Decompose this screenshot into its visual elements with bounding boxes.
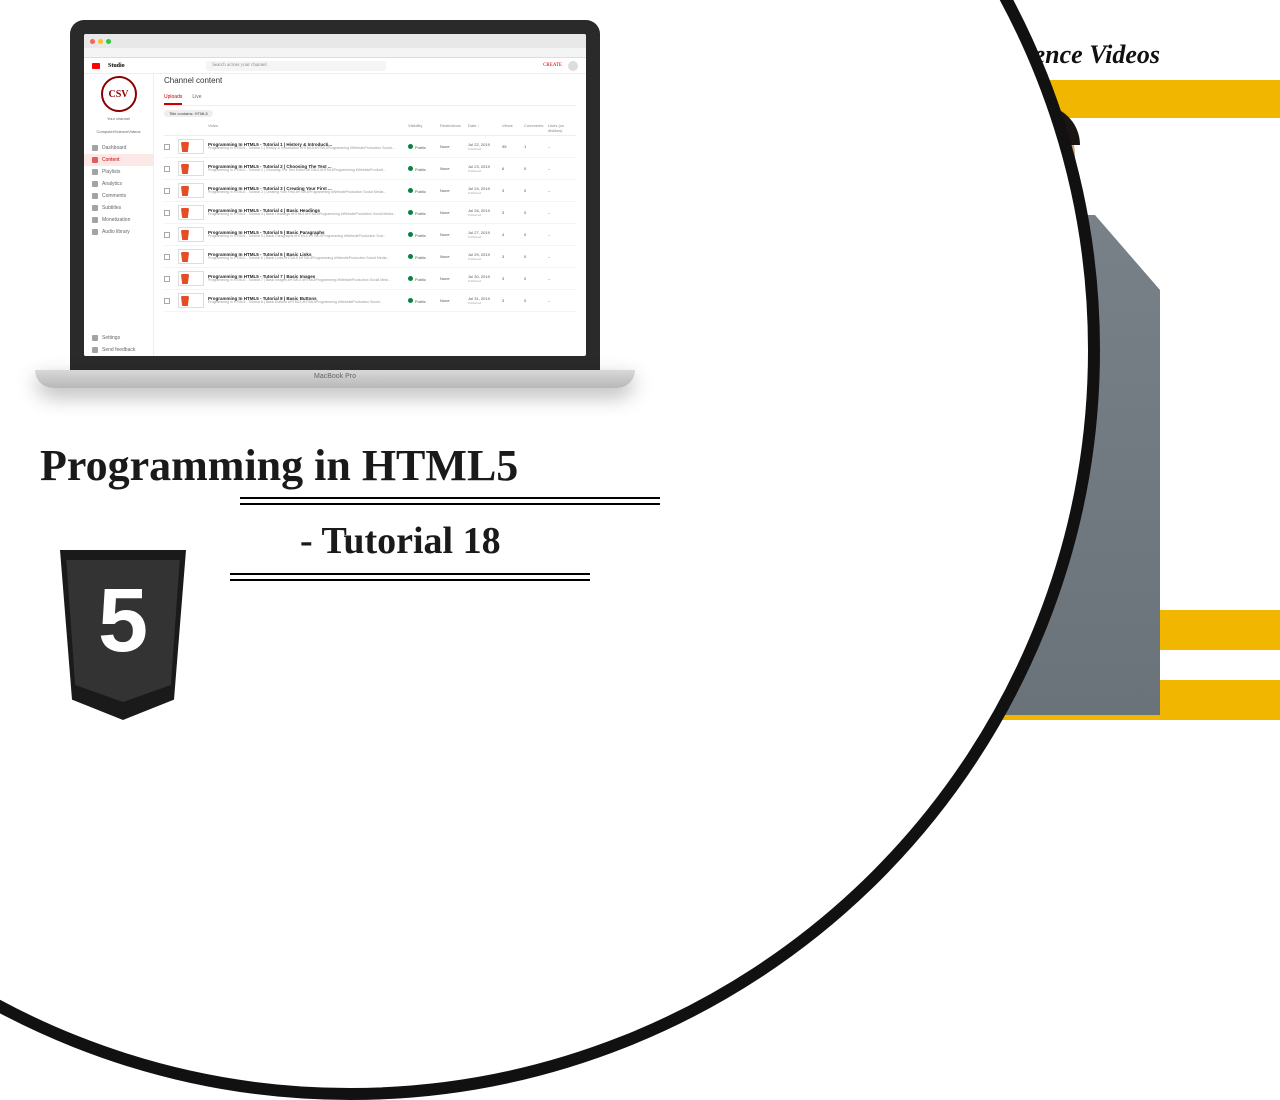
underline-1 (240, 497, 660, 505)
video-thumbnail[interactable] (178, 183, 204, 198)
sidebar-item-send-feedback[interactable]: Send feedback (84, 344, 153, 356)
sidebar-item-settings[interactable]: Settings (84, 332, 153, 344)
sidebar-item-content[interactable]: Content (84, 154, 153, 166)
video-thumbnail[interactable] (178, 293, 204, 308)
your-channel-label: Your channel (107, 116, 130, 121)
underline-2 (230, 573, 590, 581)
channel-name: ComputerScienceVideos (97, 129, 141, 134)
avatar[interactable] (568, 61, 578, 71)
tab-uploads[interactable]: Uploads (164, 91, 182, 105)
nav-icon (92, 145, 98, 151)
row-checkbox[interactable] (164, 276, 170, 282)
nav-icon (92, 335, 98, 341)
video-thumbnail[interactable] (178, 249, 204, 264)
sidebar-item-audio-library[interactable]: Audio library (84, 226, 153, 238)
video-thumbnail[interactable] (178, 161, 204, 176)
page-title: Channel content (164, 76, 576, 85)
row-checkbox[interactable] (164, 188, 170, 194)
table-head: VideoVisibilityRestrictionsDate ↓ViewsCo… (164, 121, 576, 136)
table-row[interactable]: Programming In HTML5 - Tutorial 7 | Basi… (164, 268, 576, 290)
sidebar-item-dashboard[interactable]: Dashboard (84, 142, 153, 154)
nav-icon (92, 181, 98, 187)
tabs: Uploads Live (164, 91, 576, 106)
video-thumbnail[interactable] (178, 139, 204, 154)
main-panel: Channel content Uploads Live Title conta… (154, 58, 586, 356)
row-checkbox[interactable] (164, 232, 170, 238)
row-checkbox[interactable] (164, 254, 170, 260)
nav-icon (92, 169, 98, 175)
laptop-label: MacBook Pro (35, 370, 635, 380)
video-thumbnail[interactable] (178, 205, 204, 220)
table-row[interactable]: Programming In HTML5 - Tutorial 6 | Basi… (164, 246, 576, 268)
nav-icon (92, 193, 98, 199)
youtube-icon (92, 63, 100, 69)
nav-icon (92, 347, 98, 353)
tab-live[interactable]: Live (192, 91, 201, 105)
table-row[interactable]: Programming In HTML5 - Tutorial 8 | Basi… (164, 290, 576, 312)
html5-five: 5 (48, 570, 198, 673)
filter-chip[interactable]: Title contains: HTML5 (164, 110, 213, 117)
table-row[interactable]: Programming In HTML5 - Tutorial 2 | Choo… (164, 158, 576, 180)
sidebar-item-analytics[interactable]: Analytics (84, 178, 153, 190)
row-checkbox[interactable] (164, 298, 170, 304)
row-checkbox[interactable] (164, 210, 170, 216)
bookmark-bar (84, 48, 586, 58)
sidebar-item-monetization[interactable]: Monetization (84, 214, 153, 226)
sidebar-item-subtitles[interactable]: Subtitles (84, 202, 153, 214)
table-row[interactable]: Programming In HTML5 - Tutorial 1 | Hist… (164, 136, 576, 158)
table-row[interactable]: Programming In HTML5 - Tutorial 5 | Basi… (164, 224, 576, 246)
main-title: Programming in HTML5 (40, 440, 660, 491)
nav-icon (92, 229, 98, 235)
table-row[interactable]: Programming In HTML5 - Tutorial 4 | Basi… (164, 202, 576, 224)
sidebar-item-comments[interactable]: Comments (84, 190, 153, 202)
row-checkbox[interactable] (164, 166, 170, 172)
row-checkbox[interactable] (164, 144, 170, 150)
sub-title: - Tutorial 18 (300, 519, 660, 563)
video-thumbnail[interactable] (178, 227, 204, 242)
create-button[interactable]: CREATE (543, 63, 562, 68)
studio-header: Studio Search across your channel CREATE (84, 58, 586, 74)
studio-logo: Studio (108, 63, 125, 69)
nav-icon (92, 205, 98, 211)
browser-bar (84, 34, 586, 48)
sidebar: CSV Your channel ComputerScienceVideos D… (84, 58, 154, 356)
video-thumbnail[interactable] (178, 271, 204, 286)
table-row[interactable]: Programming In HTML5 - Tutorial 3 | Crea… (164, 180, 576, 202)
nav-icon (92, 217, 98, 223)
search-input[interactable]: Search across your channel (206, 61, 386, 71)
channel-logo[interactable]: CSV (101, 76, 137, 112)
sidebar-item-playlists[interactable]: Playlists (84, 166, 153, 178)
html5-logo: 5 (48, 550, 198, 720)
laptop: Studio Search across your channel CREATE… (70, 20, 600, 388)
nav-icon (92, 157, 98, 163)
